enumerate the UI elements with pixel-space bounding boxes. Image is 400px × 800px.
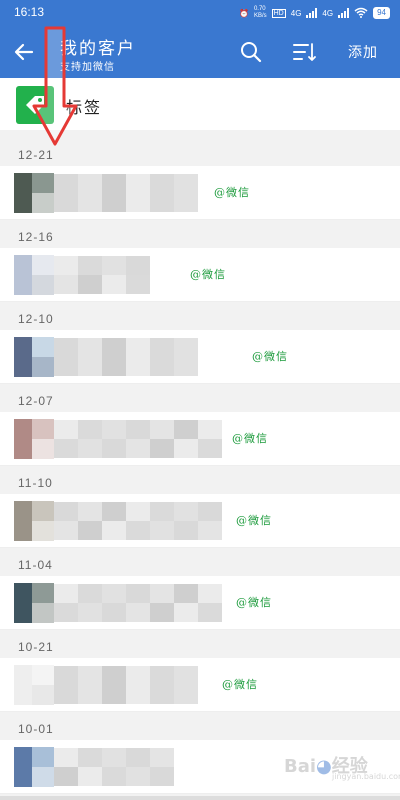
redacted-name xyxy=(54,338,204,376)
avatar-pixel xyxy=(14,501,32,541)
avatar-pixel xyxy=(14,173,32,213)
avatar xyxy=(14,501,54,541)
avatar xyxy=(14,337,54,377)
date-header: 12-16 xyxy=(0,220,400,248)
avatar xyxy=(14,173,54,213)
avatar-pixel xyxy=(32,255,54,275)
avatar-pixel xyxy=(14,255,32,295)
avatar-pixel xyxy=(32,767,54,787)
add-button[interactable]: 添加 xyxy=(348,42,378,62)
avatar-pixel xyxy=(32,501,54,521)
customer-row[interactable]: @微信 xyxy=(0,494,400,548)
network-speed: 0.70 KB/s xyxy=(253,6,267,19)
customer-row[interactable]: @微信 xyxy=(0,330,400,384)
avatar-pixel xyxy=(14,583,32,623)
wechat-suffix: @微信 xyxy=(190,268,226,281)
page-subtitle: 支持加微信 xyxy=(60,62,115,73)
avatar-pixel xyxy=(32,439,54,459)
avatar-pixel xyxy=(32,193,54,213)
avatar xyxy=(14,419,54,459)
customer-row[interactable]: @微信 xyxy=(0,248,400,302)
customer-row[interactable]: @微信 xyxy=(0,576,400,630)
avatar-pixel xyxy=(32,337,54,357)
status-bar: 16:13 ⏰ 0.70 KB/s HD 4G 4G 94 xyxy=(0,0,400,26)
wechat-suffix: @微信 xyxy=(236,596,272,609)
watermark-url: jingyan.baidu.com xyxy=(332,772,400,781)
signal-icon-2 xyxy=(338,8,350,18)
signal-icon-1 xyxy=(306,8,318,18)
tag-row[interactable]: 标签 xyxy=(0,78,400,130)
customer-row[interactable]: @微信 xyxy=(0,166,400,220)
battery-icon: 94 xyxy=(373,7,390,19)
page-title: 我的客户 xyxy=(60,39,136,59)
redacted-name xyxy=(54,584,234,622)
date-header: 12-10 xyxy=(0,302,400,330)
avatar xyxy=(14,255,54,295)
avatar-pixel xyxy=(32,173,54,193)
date-header: 10-01 xyxy=(0,712,400,740)
avatar-pixel xyxy=(32,603,54,623)
redacted-name xyxy=(54,666,214,704)
avatar-pixel xyxy=(14,419,32,459)
wechat-suffix: @微信 xyxy=(252,350,288,363)
avatar-pixel xyxy=(14,337,32,377)
sort-icon[interactable] xyxy=(292,41,316,63)
avatar-pixel xyxy=(32,583,54,603)
search-icon[interactable] xyxy=(240,41,262,63)
redacted-name xyxy=(54,748,184,786)
wifi-icon xyxy=(354,7,368,20)
status-time: 16:13 xyxy=(14,5,45,19)
avatar-pixel xyxy=(32,747,54,767)
avatar-pixel xyxy=(32,357,54,377)
avatar-pixel xyxy=(32,665,54,685)
alarm-icon: ⏰ xyxy=(238,8,249,18)
redacted-name xyxy=(54,256,164,294)
date-header: 10-21 xyxy=(0,630,400,658)
bottom-bar xyxy=(0,796,400,800)
avatar-pixel xyxy=(14,747,32,787)
app-header: 我的客户 支持加微信 添加 xyxy=(0,26,400,78)
tag-icon xyxy=(16,86,54,124)
date-header: 12-07 xyxy=(0,384,400,412)
redacted-name xyxy=(54,502,244,540)
customer-row[interactable]: @微信 xyxy=(0,412,400,466)
redacted-name xyxy=(54,174,204,212)
date-header: 12-21 xyxy=(0,138,400,166)
avatar xyxy=(14,747,54,787)
avatar-pixel xyxy=(32,521,54,541)
network-type-1: 4G xyxy=(290,8,302,18)
avatar-pixel xyxy=(32,275,54,295)
network-type-2: 4G xyxy=(322,8,334,18)
customer-row[interactable]: @微信 xyxy=(0,658,400,712)
tag-label: 标签 xyxy=(66,98,103,117)
status-icons: ⏰ 0.70 KB/s HD 4G 4G 94 xyxy=(239,6,390,20)
date-header: 11-10 xyxy=(0,466,400,494)
redacted-name xyxy=(54,420,224,458)
avatar-pixel xyxy=(32,419,54,439)
wechat-suffix: @微信 xyxy=(232,432,268,445)
avatar-pixel xyxy=(32,685,54,705)
avatar-pixel xyxy=(14,665,32,705)
wechat-suffix: @微信 xyxy=(236,514,272,527)
hd-icon: HD xyxy=(271,8,286,18)
wechat-suffix: @微信 xyxy=(222,678,258,691)
back-arrow-icon[interactable] xyxy=(12,40,36,64)
date-header: 11-04 xyxy=(0,548,400,576)
avatar xyxy=(14,583,54,623)
avatar xyxy=(14,665,54,705)
wechat-suffix: @微信 xyxy=(214,186,250,199)
